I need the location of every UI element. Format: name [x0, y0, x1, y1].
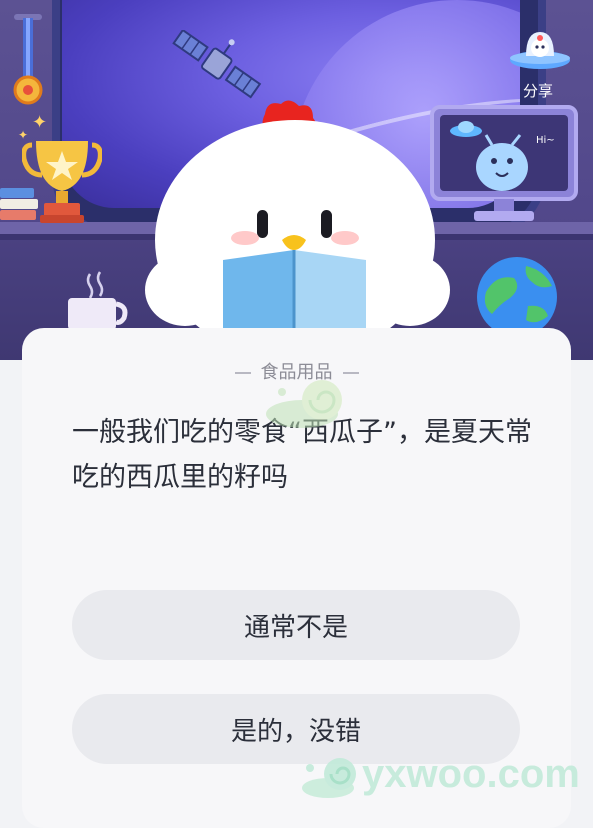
category-divider-left [234, 372, 251, 374]
satellite-icon [172, 30, 262, 99]
chick-mascot-illustration [145, 100, 450, 340]
watermark-snail-logo-icon [302, 758, 356, 798]
globe-illustration [477, 257, 557, 334]
books-illustration [0, 188, 38, 220]
answer-option-label: 是的，没错 [230, 716, 361, 747]
sparkle-icon: ✦ [32, 112, 48, 133]
share-ufo-icon[interactable] [508, 22, 572, 82]
medal-icon [13, 14, 43, 105]
answer-option-1[interactable]: 通常不是 [72, 590, 520, 660]
answer-option-label: 通常不是 [243, 612, 348, 643]
watermark-snail-icon [266, 380, 342, 428]
share-label[interactable]: 分享 [518, 80, 558, 101]
header-scene: ✦ ✦ Hi~ 分享 [0, 0, 593, 360]
watermark-text: yxwoo.com [362, 752, 580, 796]
mug-illustration [68, 271, 128, 330]
monitor-greeting: Hi~ [536, 135, 555, 146]
